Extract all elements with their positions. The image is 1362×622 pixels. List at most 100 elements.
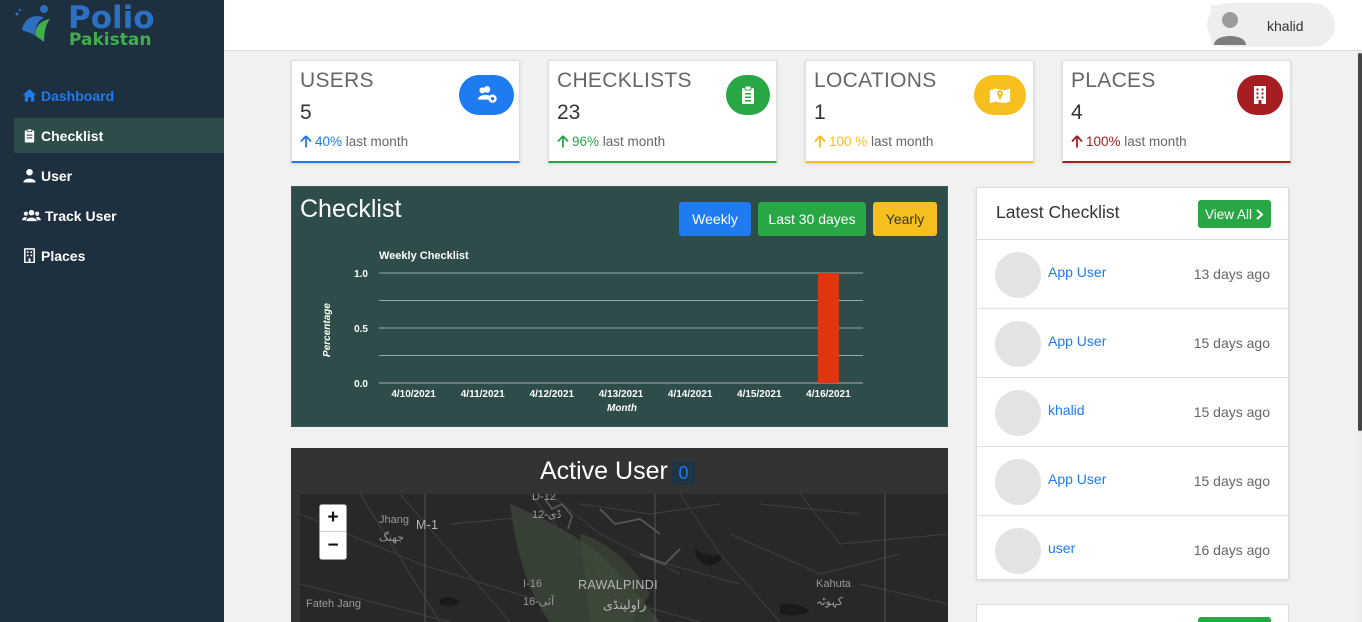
arrow-up-icon [557, 135, 569, 148]
checklist-user-link[interactable]: user [1048, 540, 1075, 556]
checklist-time: 15 days ago [1193, 404, 1270, 420]
view-all-label: View All [1204, 206, 1253, 222]
list-item[interactable]: App User 13 days ago [977, 240, 1288, 309]
map-label-fateh-jang: Fateh Jang [306, 598, 362, 610]
stat-percent: 100 % [829, 134, 868, 149]
user-icon [23, 168, 36, 183]
stat-card-checklists: CHECKLISTS 23 96% last month [548, 60, 777, 163]
active-user-map[interactable]: + − Jhang جھنگ M-1 D-12 ڈی-12 I-16 آئی-1… [300, 494, 948, 622]
avatar [995, 528, 1041, 574]
list-item[interactable]: user 16 days ago [977, 516, 1288, 585]
stat-trend: 100% last month [1071, 134, 1187, 149]
list-item[interactable]: App User 15 days ago [977, 309, 1288, 378]
stat-suffix: last month [345, 134, 409, 149]
map-label-rawalpindi-urdu: راولپنڈی [603, 598, 647, 612]
brand-logo[interactable]: Polio Pakistan [14, 1, 184, 52]
stat-percent: 96% [572, 134, 600, 149]
checklist-time: 16 days ago [1193, 542, 1270, 558]
user-menu[interactable]: khalid [1207, 3, 1335, 47]
map-label-jhang-urdu: جھنگ [379, 532, 405, 544]
stat-suffix: last month [871, 134, 934, 149]
chart-x-tick-label: 4/15/2021 [737, 389, 782, 400]
stat-label: CHECKLISTS [557, 69, 692, 92]
checklist-user-link[interactable]: App User [1048, 264, 1106, 280]
list-item[interactable]: App User 15 days ago [977, 447, 1288, 516]
stat-card-users: USERS 5 40% last month [291, 60, 520, 163]
map-label-m1: M-1 [416, 518, 439, 532]
avatar [995, 321, 1041, 367]
chart-x-tick-label: 4/13/2021 [599, 389, 644, 400]
map-label-d12: D-12 [532, 494, 556, 503]
users-cog-icon [459, 75, 514, 115]
arrow-up-icon [814, 135, 826, 148]
panel-title: Latest Checklist [996, 202, 1120, 222]
sidebar-item-places[interactable]: Places [14, 238, 224, 273]
chart-y-tick-label: 0.5 [354, 324, 368, 335]
zoom-in-button[interactable]: + [320, 505, 346, 532]
stat-label: USERS [300, 69, 374, 92]
sidebar-item-dashboard[interactable]: Dashboard [14, 78, 224, 113]
latest-checklist-panel: Latest Checklist View All App User 13 da… [976, 187, 1289, 580]
map-label-kahuta-urdu: کہوٹہ [816, 596, 843, 608]
stat-value: 23 [557, 101, 581, 124]
sidebar-item-label: Track User [45, 207, 117, 224]
checklist-time: 15 days ago [1193, 473, 1270, 489]
sidebar-item-label: Dashboard [41, 87, 115, 104]
checklist-chart-panel: Checklist Weekly Last 30 dayes Yearly We… [291, 186, 948, 427]
building-icon [24, 248, 35, 263]
scrollbar-thumb[interactable] [1358, 53, 1362, 431]
sidebar-item-user[interactable]: User [14, 158, 224, 193]
active-user-count-badge: 0 [672, 461, 695, 485]
stat-label: LOCATIONS [814, 69, 937, 92]
sidebar-item-label: Places [41, 247, 86, 264]
stat-card-places: PLACES 4 100% last month [1062, 60, 1291, 163]
arrow-up-icon [1071, 135, 1083, 148]
latest-checklist-header: Latest Checklist View All [977, 188, 1288, 240]
active-user-panel: Active User 0 + − Jhang جھنگ M-1 D-12 ڈی… [291, 448, 948, 622]
avatar [995, 390, 1041, 436]
chart-x-tick-label: 4/10/2021 [391, 389, 436, 400]
stat-trend: 96% last month [557, 134, 665, 149]
map-label-jhang: Jhang [379, 514, 409, 526]
stat-value: 5 [300, 101, 312, 124]
sidebar-item-label: Checklist [41, 127, 104, 144]
stat-percent: 100% [1086, 134, 1121, 149]
stat-suffix: last month [1124, 134, 1187, 149]
map-label-i16-urdu: آئی-16 [523, 596, 555, 608]
checklist-user-link[interactable]: App User [1048, 333, 1106, 349]
stat-value: 1 [814, 101, 826, 124]
map-label-i16: I-16 [523, 578, 542, 590]
stat-trend: 40% last month [300, 134, 408, 149]
chart-y-tick-label: 1.0 [354, 269, 368, 280]
chart-x-tick-label: 4/11/2021 [461, 389, 505, 400]
secondary-panel [976, 604, 1289, 622]
list-item[interactable]: khalid 15 days ago [977, 378, 1288, 447]
polio-logo-icon [15, 5, 50, 42]
checklist-user-link[interactable]: App User [1048, 471, 1106, 487]
home-icon [22, 88, 37, 102]
weekly-checklist-chart: Weekly Checklist 0.0 0.5 1.0 4/10/2021 4/11/2… [322, 250, 863, 414]
sidebar-item-track-user[interactable]: Track User [14, 198, 224, 233]
checklist-user-link[interactable]: khalid [1048, 402, 1085, 418]
map-marked-icon [974, 75, 1026, 115]
stat-label: PLACES [1071, 69, 1156, 92]
map-zoom-control: + − [319, 504, 347, 560]
zoom-out-button[interactable]: − [320, 532, 346, 559]
chart-x-axis-label: Month [607, 403, 637, 414]
view-all-button[interactable]: View All [1198, 200, 1271, 228]
map-label-d12-urdu: ڈی-12 [532, 509, 562, 521]
sidebar: Polio Pakistan Dashboard Checklist User … [0, 0, 224, 622]
sidebar-nav: Dashboard Checklist User Track User Plac… [14, 78, 224, 278]
chart-x-tick-label: 4/14/2021 [668, 389, 713, 400]
building-icon [1237, 75, 1283, 115]
sidebar-item-checklist[interactable]: Checklist [14, 118, 224, 153]
checklist-time: 15 days ago [1193, 335, 1270, 351]
stat-trend: 100 % last month [814, 134, 933, 149]
stat-percent: 40% [315, 134, 343, 149]
chart-x-tick-label: 4/12/2021 [530, 389, 575, 400]
stat-value: 4 [1071, 101, 1083, 124]
secondary-panel-button[interactable] [1198, 617, 1271, 622]
arrow-up-icon [300, 135, 312, 148]
chevron-right-icon [1256, 208, 1264, 220]
avatar [995, 459, 1041, 505]
